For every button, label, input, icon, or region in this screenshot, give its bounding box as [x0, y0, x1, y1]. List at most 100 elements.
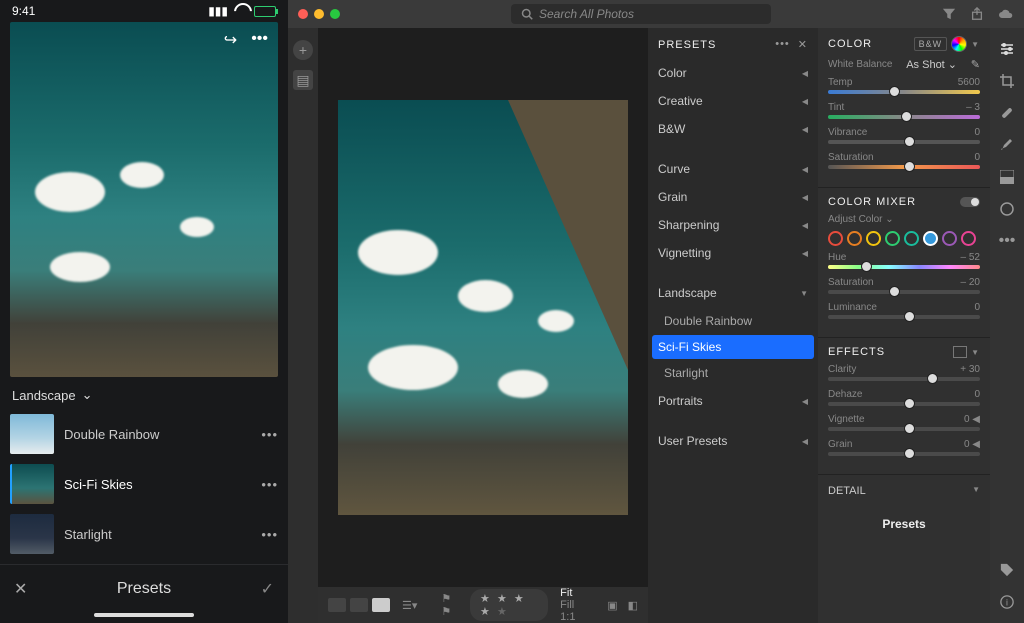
- close-button[interactable]: ✕: [14, 579, 27, 599]
- grain-slider[interactable]: Grain0 ◀: [828, 439, 980, 456]
- radial-gradient-icon[interactable]: [998, 200, 1016, 218]
- info-overlay-icon[interactable]: ▣: [607, 599, 617, 612]
- color-swatch[interactable]: [866, 231, 881, 246]
- wifi-icon: [234, 6, 248, 16]
- vignette-slider[interactable]: Vignette0 ◀: [828, 414, 980, 431]
- color-wheel-icon[interactable]: [951, 36, 967, 52]
- maximize-window[interactable]: [330, 9, 340, 19]
- filter-icon[interactable]: [942, 7, 956, 21]
- close-panel-icon[interactable]: ✕: [798, 38, 808, 51]
- search-input[interactable]: Search All Photos: [511, 4, 771, 24]
- canvas-area[interactable]: [318, 28, 648, 587]
- preset-group-user[interactable]: User Presets◀: [648, 427, 818, 455]
- preset-group-creative[interactable]: Creative◀: [648, 87, 818, 115]
- preset-group-bw[interactable]: B&W◀: [648, 115, 818, 143]
- color-swatches: [828, 231, 980, 246]
- preset-thumb: [10, 414, 54, 454]
- category-selector[interactable]: Landscape ⌄: [0, 377, 288, 409]
- effects-title: EFFECTS: [828, 346, 885, 358]
- color-swatch[interactable]: [904, 231, 919, 246]
- hue-slider[interactable]: Hue– 52: [828, 252, 980, 269]
- color-swatch[interactable]: [942, 231, 957, 246]
- preset-starlight[interactable]: Starlight: [648, 359, 818, 387]
- redo-icon[interactable]: ↪: [224, 30, 237, 50]
- zoom-controls[interactable]: Fit Fill 1:1: [560, 587, 597, 623]
- tint-slider[interactable]: Tint– 3: [828, 102, 980, 119]
- preset-item-sci-fi-skies[interactable]: Sci-Fi Skies •••: [0, 459, 288, 509]
- mobile-photo-preview[interactable]: ↪ •••: [10, 22, 278, 377]
- detail-view-button[interactable]: [372, 598, 390, 612]
- close-window[interactable]: [298, 9, 308, 19]
- minimize-window[interactable]: [314, 9, 324, 19]
- presets-button[interactable]: Presets: [818, 507, 990, 541]
- zoom-1-1[interactable]: 1:1: [560, 611, 575, 623]
- preset-label: Sci-Fi Skies: [64, 477, 133, 492]
- color-swatch[interactable]: [885, 231, 900, 246]
- edit-sliders-icon[interactable]: [998, 40, 1016, 58]
- svg-text:i: i: [1006, 598, 1008, 608]
- eyedropper-icon[interactable]: ✎: [971, 58, 980, 71]
- rating-stars[interactable]: ★ ★ ★ ★ ★: [470, 589, 548, 621]
- preset-double-rainbow[interactable]: Double Rainbow: [648, 307, 818, 335]
- color-swatch[interactable]: [828, 231, 843, 246]
- detail-section[interactable]: DETAIL ▼: [818, 475, 990, 507]
- saturation2-slider[interactable]: Saturation– 20: [828, 277, 980, 294]
- brush-icon[interactable]: [998, 136, 1016, 154]
- linear-gradient-icon[interactable]: [998, 168, 1016, 186]
- cloud-icon[interactable]: [998, 7, 1014, 21]
- crop-icon[interactable]: [998, 72, 1016, 90]
- view-mode-switch[interactable]: [328, 598, 390, 612]
- color-swatch[interactable]: [923, 231, 938, 246]
- tag-icon[interactable]: [998, 561, 1016, 579]
- more-icon[interactable]: •••: [261, 427, 278, 442]
- edit-panel: COLOR B&W ▼ White Balance As Shot ⌄ ✎ Te…: [818, 28, 990, 623]
- preset-group-landscape[interactable]: Landscape▼: [648, 279, 818, 307]
- temp-slider[interactable]: Temp5600: [828, 77, 980, 94]
- preset-item-starlight[interactable]: Starlight •••: [0, 509, 288, 559]
- preset-group-sharpening[interactable]: Sharpening◀: [648, 211, 818, 239]
- presets-panel: PRESETS •••✕ Color◀ Creative◀ B&W◀ Curve…: [648, 28, 818, 623]
- more-icon[interactable]: •••: [251, 30, 268, 50]
- bottom-bar: ☰▾ ⚑ ⚑ ★ ★ ★ ★ ★ Fit Fill 1:1 ▣ ◧: [318, 587, 648, 623]
- preset-group-color[interactable]: Color◀: [648, 59, 818, 87]
- presets-menu-icon[interactable]: •••: [775, 38, 790, 51]
- library-button[interactable]: ▤: [293, 70, 313, 90]
- vibrance-slider[interactable]: Vibrance0: [828, 127, 980, 144]
- add-photo-button[interactable]: +: [293, 40, 313, 60]
- info-icon[interactable]: i: [998, 593, 1016, 611]
- dehaze-slider[interactable]: Dehaze0: [828, 389, 980, 406]
- detail-title: DETAIL: [828, 485, 866, 497]
- preset-group-portraits[interactable]: Portraits◀: [648, 387, 818, 415]
- more-tools-icon[interactable]: •••: [998, 232, 1016, 250]
- preset-sci-fi-skies[interactable]: Sci-Fi Skies: [652, 335, 814, 359]
- saturation-slider[interactable]: Saturation0: [828, 152, 980, 169]
- preset-item-double-rainbow[interactable]: Double Rainbow •••: [0, 409, 288, 459]
- clarity-slider[interactable]: Clarity+ 30: [828, 364, 980, 381]
- color-swatch[interactable]: [961, 231, 976, 246]
- bw-toggle[interactable]: B&W: [914, 37, 948, 51]
- compare-view-button[interactable]: [350, 598, 368, 612]
- color-swatch[interactable]: [847, 231, 862, 246]
- luminance-slider[interactable]: Luminance0: [828, 302, 980, 319]
- flag-toggle[interactable]: ⚑ ⚑: [441, 592, 458, 618]
- wb-value[interactable]: As Shot ⌄: [906, 58, 957, 71]
- more-icon[interactable]: •••: [261, 477, 278, 492]
- mixer-toggle[interactable]: [960, 197, 980, 207]
- zoom-fit[interactable]: Fit: [560, 587, 572, 599]
- effects-icon[interactable]: [953, 346, 967, 358]
- grid-view-button[interactable]: [328, 598, 346, 612]
- zoom-fill[interactable]: Fill: [560, 599, 574, 611]
- home-indicator: [94, 613, 194, 617]
- share-icon[interactable]: [970, 7, 984, 21]
- before-after-icon[interactable]: ◧: [628, 599, 638, 612]
- confirm-button[interactable]: ✓: [261, 579, 274, 599]
- healing-icon[interactable]: [998, 104, 1016, 122]
- chevron-down-icon[interactable]: ▼: [971, 40, 980, 49]
- adjust-value[interactable]: Color ⌄: [859, 214, 894, 225]
- preset-group-curve[interactable]: Curve◀: [648, 155, 818, 183]
- more-icon[interactable]: •••: [261, 527, 278, 542]
- preset-group-vignetting[interactable]: Vignetting◀: [648, 239, 818, 267]
- sort-button[interactable]: ☰▾: [402, 599, 417, 612]
- preset-group-grain[interactable]: Grain◀: [648, 183, 818, 211]
- search-icon: [521, 8, 533, 20]
